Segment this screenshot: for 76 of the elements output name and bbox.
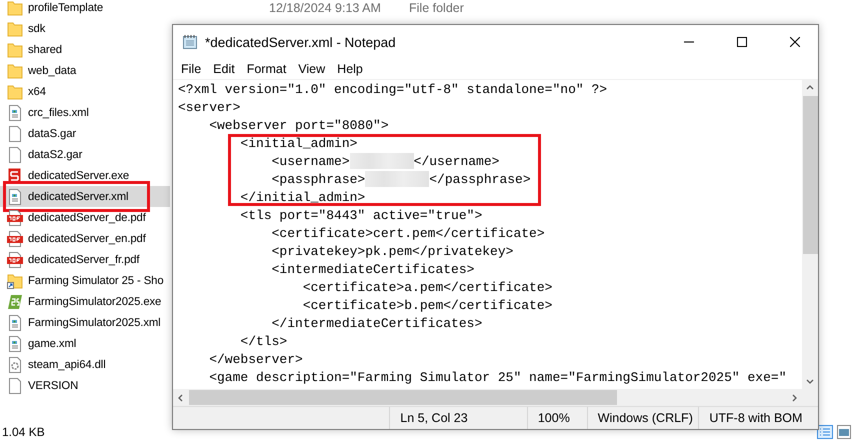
pdf-file-icon	[7, 252, 23, 268]
explorer-entry[interactable]: Farming Simulator 25 - Sho	[0, 270, 170, 291]
explorer-entry[interactable]: dedicatedServer_en.pdf	[0, 228, 170, 249]
explorer-entry[interactable]: web_data	[0, 60, 170, 81]
explorer-entry[interactable]: FarmingSimulator2025.exe	[0, 291, 170, 312]
code-line: <initial_admin>	[239, 134, 358, 152]
folder-shortcut-icon	[7, 272, 23, 288]
pdf-file-icon	[7, 210, 23, 226]
xml-file-icon	[7, 336, 23, 352]
folder-icon	[7, 84, 23, 100]
file-type: File folder	[409, 0, 464, 14]
explorer-entry[interactable]: crc_files.xml	[0, 102, 170, 123]
explorer-entry[interactable]: shared	[0, 39, 170, 60]
explorer-entry[interactable]: dedicatedServer_de.pdf	[0, 207, 170, 228]
code-text: <passphrase>	[270, 172, 366, 186]
menu-item[interactable]: Edit	[207, 62, 241, 76]
window-title: *dedicatedServer.xml - Notepad	[205, 34, 397, 50]
code-text: </username>	[414, 154, 500, 168]
code-line: <?xml version="1.0" encoding="utf-8" standalone="no" ?>	[178, 80, 608, 98]
menu-item[interactable]: Format	[240, 62, 292, 76]
explorer-entry[interactable]: x64	[0, 81, 170, 102]
code-line: </intermediateCertificates>	[270, 314, 484, 332]
folder-icon	[7, 62, 23, 78]
code-line: <game description="Farming Simulator 25" name="FarmingSimulator2025" exe="	[208, 368, 788, 386]
code-line: <certificate>b.pem</certificate>	[302, 296, 554, 314]
status-text: UTF-8 with BOM	[698, 407, 818, 429]
code-line: <webserver port="8080">	[208, 116, 390, 134]
maximize-icon	[737, 37, 747, 47]
explorer-entry[interactable]: steam_api64.dll	[0, 354, 170, 375]
code-line: <intermediateCertificates>	[270, 260, 476, 278]
xml-file-icon	[7, 314, 23, 330]
explorer-entry[interactable]: sdk	[0, 18, 170, 39]
explorer-entry[interactable]: game.xml	[0, 333, 170, 354]
menu-item[interactable]: File	[175, 62, 208, 76]
explorer-entry[interactable]: dedicatedServer.exe	[0, 165, 170, 186]
details-view-icon[interactable]	[817, 425, 833, 439]
explorer-entry[interactable]: dedicatedServer_fr.pdf	[0, 249, 170, 270]
xml-file-icon	[7, 104, 23, 120]
menu-item[interactable]: View	[292, 62, 332, 76]
code-line: </webserver>	[208, 350, 304, 368]
scrollbar-thumb[interactable]	[802, 96, 818, 254]
code-line: <certificate>cert.pem</certificate>	[270, 224, 546, 242]
explorer-entry[interactable]: dataS.gar	[0, 123, 170, 144]
menu-item[interactable]: Help	[331, 62, 369, 76]
pdf-file-icon	[7, 230, 23, 246]
explorer-entry[interactable]: profileTemplate	[0, 0, 170, 18]
status-text: Windows (CRLF)	[586, 407, 698, 429]
code-line: <certificate>a.pem</certificate>	[302, 278, 554, 296]
explorer-entry[interactable]: dataS2.gar	[0, 144, 170, 165]
gear-file-icon	[7, 356, 23, 372]
notepad-icon	[182, 34, 198, 50]
explorer-entry[interactable]: VERSION	[0, 375, 170, 396]
folder-icon	[7, 0, 23, 16]
code-text: </passphrase>	[429, 172, 531, 186]
code-line: <privatekey>pk.pem</privatekey>	[270, 242, 514, 260]
scrollbar-thumb[interactable]	[189, 390, 617, 405]
code-line: </tls>	[239, 332, 288, 350]
close-icon	[790, 37, 800, 47]
code-line: <tls port="8443" active="true">	[239, 206, 484, 224]
thumbnail-view-icon[interactable]	[837, 425, 851, 439]
status-text: 100%	[526, 407, 587, 429]
folder-icon	[7, 42, 23, 58]
code-text: <username>	[270, 154, 350, 168]
code-line: <server>	[178, 98, 242, 116]
game-icon	[7, 294, 23, 310]
explorer-entry[interactable]: FarmingSimulator2025.xml	[0, 312, 170, 333]
status-text: Ln 5, Col 23	[389, 407, 527, 429]
folder-icon	[7, 20, 23, 36]
blank-file-icon	[7, 126, 23, 142]
blank-file-icon	[7, 146, 23, 162]
code-line: </initial_admin>	[239, 188, 366, 206]
date-modified: 12/18/2024 9:13 AM	[269, 0, 382, 14]
selection-size: 1.04 KB	[2, 425, 45, 439]
xml-file-icon	[7, 188, 23, 204]
blank-file-icon	[7, 378, 23, 394]
explorer-entry[interactable]: dedicatedServer.xml	[0, 186, 170, 207]
